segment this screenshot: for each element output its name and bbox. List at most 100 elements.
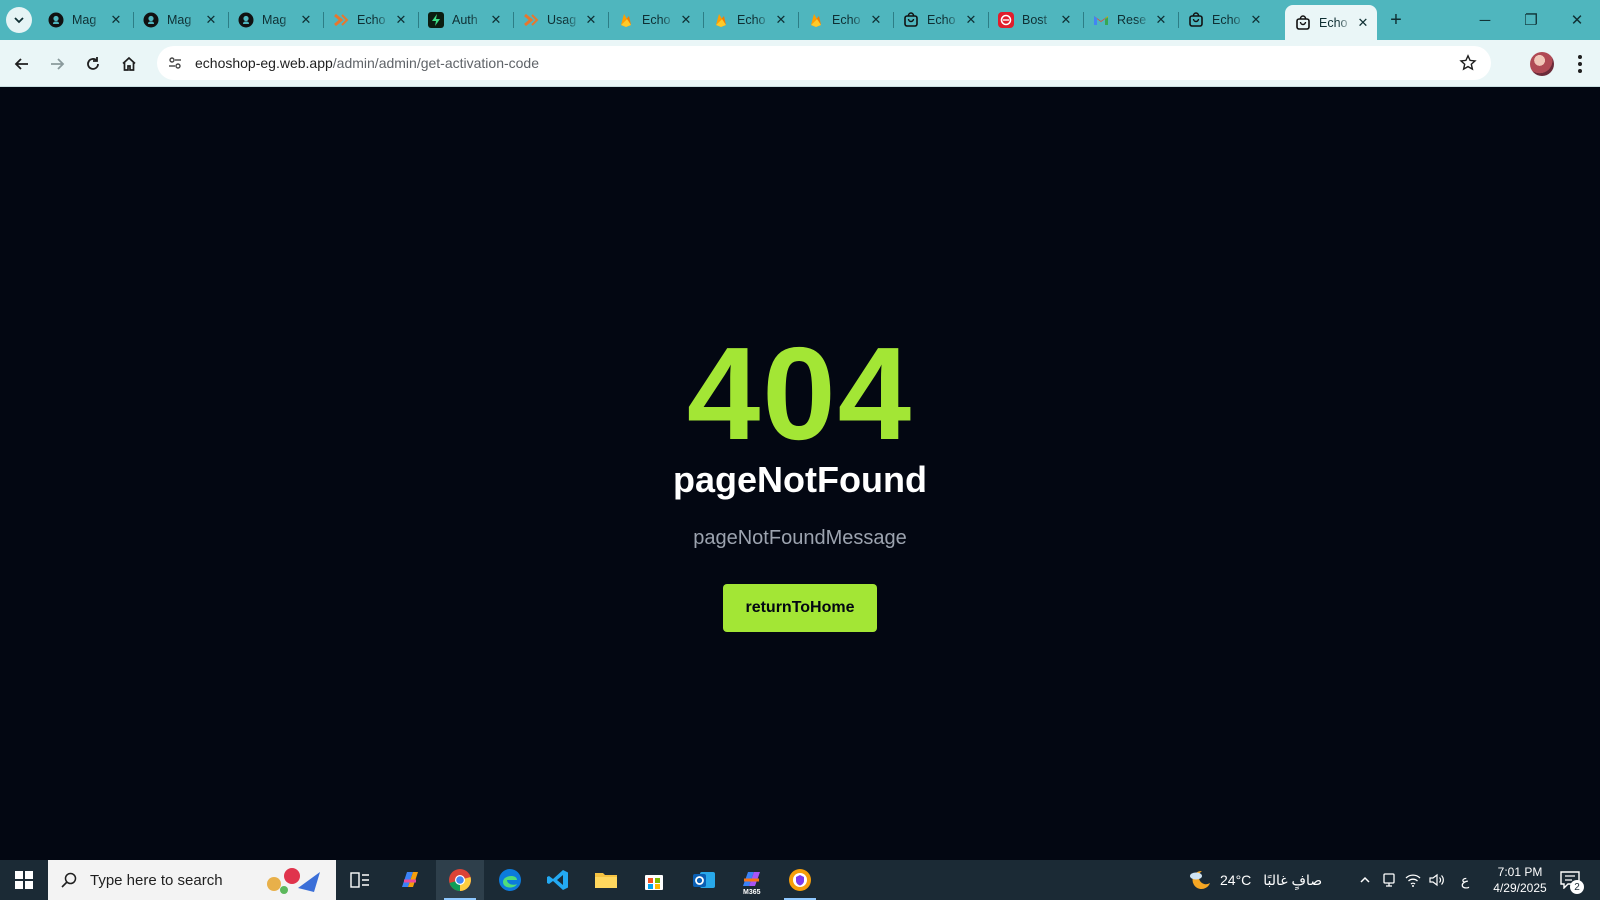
chrome-taskbar-button[interactable] [436, 860, 484, 900]
start-button[interactable] [0, 860, 48, 900]
address-bar[interactable]: echoshop-eg.web.app/admin/admin/get-acti… [157, 46, 1491, 80]
clock-date: 4/29/2025 [1493, 881, 1547, 895]
browser-menu-button[interactable] [1570, 52, 1590, 76]
m365-taskbar-button[interactable]: M365 [728, 860, 776, 900]
restore-icon: ❐ [1524, 12, 1538, 29]
minimize-button[interactable]: ─ [1462, 0, 1508, 40]
github-icon [143, 12, 159, 28]
outlook-taskbar-button[interactable] [680, 860, 728, 900]
tab[interactable]: Echo ✕ [608, 6, 700, 34]
taskbar-clock[interactable]: 7:01 PM 4/29/2025 [1480, 864, 1560, 896]
tab[interactable]: Mag ✕ [228, 6, 320, 34]
home-icon [122, 56, 136, 71]
close-icon[interactable]: ✕ [393, 12, 409, 28]
taskbar-search[interactable]: Type here to search [48, 860, 336, 900]
error-code: 404 [686, 320, 914, 467]
home-button[interactable] [114, 49, 144, 79]
close-icon[interactable]: ✕ [583, 12, 599, 28]
tab[interactable]: Usag ✕ [513, 6, 605, 34]
browser-toolbar: echoshop-eg.web.app/admin/admin/get-acti… [0, 40, 1600, 87]
vscode-icon [547, 870, 568, 890]
clock-time: 7:01 PM [1497, 865, 1543, 879]
meet-now-icon[interactable] [1378, 860, 1400, 900]
close-icon[interactable]: ✕ [1153, 12, 1169, 28]
shopping-bag-icon [1295, 14, 1311, 31]
vscode-taskbar-button[interactable] [534, 860, 582, 900]
close-icon[interactable]: ✕ [963, 12, 979, 28]
tab-title: Echo [1212, 13, 1241, 27]
store-taskbar-button[interactable] [630, 860, 678, 900]
tab[interactable]: Echo ✕ [893, 6, 985, 34]
edge-icon [499, 869, 521, 891]
weather-desc: صافٍ غالبًا [1263, 871, 1323, 888]
page-title: pageNotFound [673, 459, 927, 500]
close-icon[interactable]: ✕ [488, 12, 504, 28]
close-icon[interactable]: ✕ [1355, 15, 1371, 31]
tab-search-button[interactable] [6, 7, 32, 33]
weather-widget[interactable]: 24°C صافٍ غالبًا [1188, 860, 1322, 900]
site-info-icon[interactable] [159, 47, 191, 79]
tab[interactable]: Bost ✕ [988, 6, 1080, 34]
forward-button[interactable] [42, 49, 72, 79]
shopping-bag-icon [903, 12, 919, 28]
taskbar: Type here to search M365 24°C صافٍ غالبً… [0, 860, 1600, 900]
url-path: /admin/admin/get-activation-code [332, 55, 540, 71]
tab[interactable]: Echo ✕ [323, 6, 415, 34]
tab[interactable]: Echo ✕ [703, 6, 795, 34]
close-icon[interactable]: ✕ [203, 12, 219, 28]
folder-icon [595, 873, 617, 888]
chevron-down-icon [14, 17, 24, 24]
tab[interactable]: Mag ✕ [133, 6, 225, 34]
tab-title: Mag [262, 13, 287, 27]
show-hidden-icons[interactable] [1354, 860, 1376, 900]
url-domain: echoshop-eg.web.app [195, 55, 333, 71]
back-button[interactable] [7, 49, 37, 79]
copilot-button[interactable] [386, 860, 434, 900]
edge-taskbar-button[interactable] [486, 860, 534, 900]
tab-title: Mag [72, 13, 97, 27]
error-message: pageNotFoundMessage [693, 527, 907, 549]
search-highlight-illustration [267, 868, 320, 894]
tab[interactable]: Mag ✕ [38, 6, 130, 34]
reload-button[interactable] [78, 49, 108, 79]
tab-title: Echo [832, 13, 861, 27]
tab[interactable]: Rese ✕ [1083, 6, 1175, 34]
tab[interactable]: Echo ✕ [1178, 6, 1270, 34]
tab-title: Echo [642, 13, 671, 27]
tab-title: Auth [452, 13, 478, 27]
bostman-icon [998, 12, 1014, 28]
vpn-shield-icon [789, 869, 811, 891]
bookmark-star-icon[interactable] [1459, 54, 1477, 72]
tab[interactable]: Auth ✕ [418, 6, 510, 34]
tab-title: Echo [357, 13, 386, 27]
notification-center-button[interactable]: 2 [1556, 868, 1584, 894]
close-icon[interactable]: ✕ [108, 12, 124, 28]
store-icon [645, 875, 663, 890]
close-icon[interactable]: ✕ [298, 12, 314, 28]
input-language-indicator[interactable]: ع [1456, 860, 1474, 900]
volume-icon[interactable] [1426, 860, 1448, 900]
tab-active[interactable]: Echo ✕ [1285, 5, 1377, 40]
new-tab-button[interactable]: + [1384, 8, 1408, 32]
minimize-icon: ─ [1479, 11, 1491, 29]
profile-avatar[interactable] [1530, 52, 1554, 76]
close-window-button[interactable]: ✕ [1554, 0, 1600, 40]
restore-button[interactable]: ❐ [1508, 0, 1554, 40]
close-icon[interactable]: ✕ [1058, 12, 1074, 28]
close-icon[interactable]: ✕ [868, 12, 884, 28]
wifi-icon[interactable] [1402, 860, 1424, 900]
vpn-taskbar-button[interactable] [776, 860, 824, 900]
tab-title: Echo [737, 13, 766, 27]
tab[interactable]: Echo ✕ [798, 6, 890, 34]
shopping-bag-icon [1188, 12, 1204, 28]
close-icon[interactable]: ✕ [773, 12, 789, 28]
reload-icon [87, 57, 99, 70]
task-view-button[interactable] [336, 860, 384, 900]
close-icon[interactable]: ✕ [678, 12, 694, 28]
file-explorer-button[interactable] [582, 860, 630, 900]
firebase-icon [808, 12, 824, 28]
weather-temp: 24°C [1220, 872, 1252, 888]
close-icon[interactable]: ✕ [1248, 12, 1264, 28]
tab-title: Echo [927, 13, 956, 27]
return-home-button[interactable]: returnToHome [723, 584, 877, 632]
